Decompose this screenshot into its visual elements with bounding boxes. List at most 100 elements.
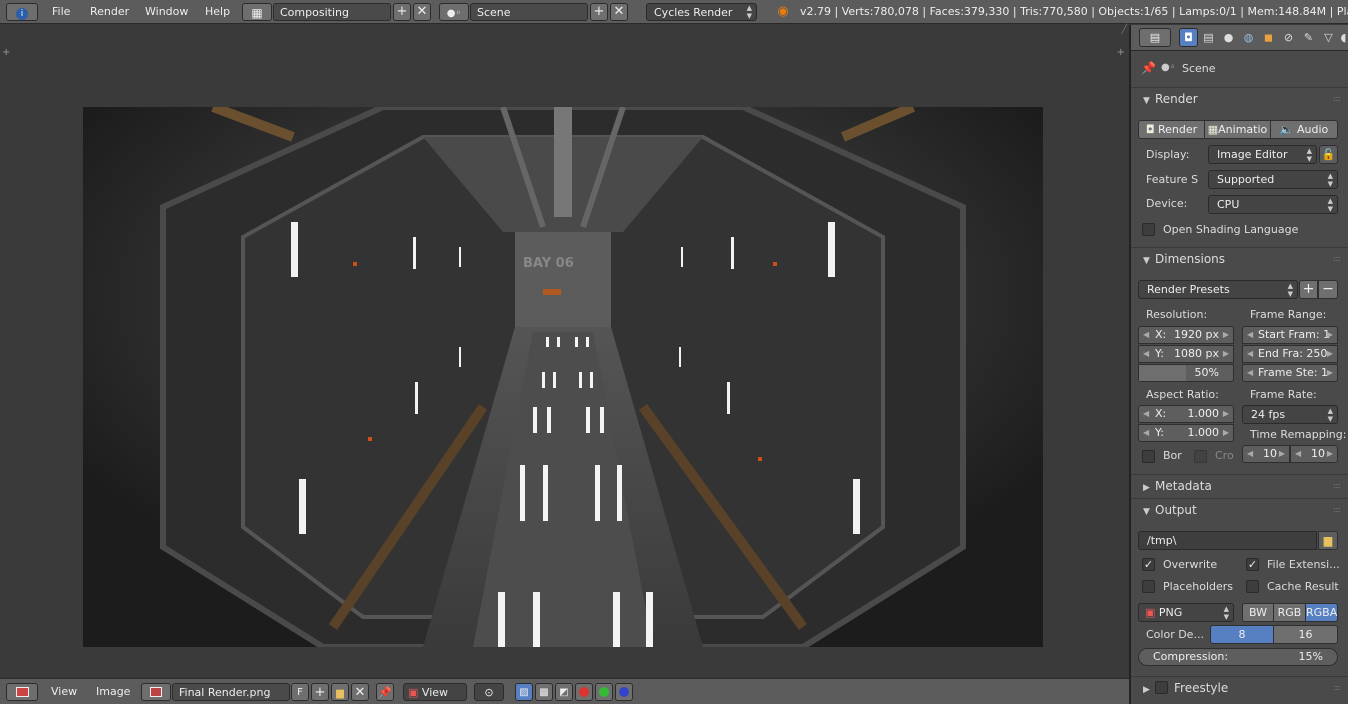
tab-more[interactable]: ◖	[1339, 28, 1348, 47]
render-audio-button[interactable]: 🔈 Audio	[1270, 120, 1338, 139]
remove-scene-button[interactable]: ✕	[610, 3, 628, 21]
draw-channels-color-button[interactable]: ▩	[535, 683, 553, 701]
overwrite-checkbox[interactable]: ✓	[1142, 558, 1155, 571]
new-image-button[interactable]: +	[311, 683, 329, 701]
decrement-arrow-icon[interactable]: ◀	[1143, 425, 1149, 441]
placeholders-checkbox[interactable]	[1142, 580, 1155, 593]
tab-world[interactable]: ◍	[1239, 28, 1258, 47]
increment-arrow-icon[interactable]: ▶	[1327, 327, 1333, 343]
drag-grip-icon[interactable]: ::::	[1333, 248, 1341, 270]
decrement-arrow-icon[interactable]: ◀	[1247, 346, 1253, 362]
increment-arrow-icon[interactable]: ▶	[1327, 365, 1333, 381]
render-engine-dropdown[interactable]: Cycles Render ▲ ▼	[646, 3, 757, 21]
decrement-arrow-icon[interactable]: ◀	[1143, 327, 1149, 343]
menu-image[interactable]: Image	[96, 683, 130, 701]
aspect-y-field[interactable]: ◀ Y: 1.000 ▶	[1138, 424, 1234, 442]
context-pin-icon[interactable]: 📌	[1141, 61, 1156, 75]
color-rgba-button[interactable]: RGBA	[1305, 603, 1338, 622]
increment-arrow-icon[interactable]: ▶	[1223, 327, 1229, 343]
scene-field[interactable]: Scene	[470, 3, 588, 21]
increment-arrow-icon[interactable]: ▶	[1223, 406, 1229, 422]
view-mode-selector[interactable]: ▣ View	[403, 683, 467, 701]
remove-preset-button[interactable]: −	[1318, 280, 1338, 299]
tab-object[interactable]: ◼	[1259, 28, 1278, 47]
channel-red-button[interactable]	[575, 683, 593, 701]
render-button[interactable]: ◘ Render	[1138, 120, 1205, 139]
pin-image-button[interactable]: 📌	[376, 683, 394, 701]
decrement-arrow-icon[interactable]: ◀	[1295, 446, 1301, 462]
tab-render[interactable]: ◘	[1179, 28, 1198, 47]
decrement-arrow-icon[interactable]: ◀	[1143, 346, 1149, 362]
menu-help[interactable]: Help	[205, 3, 230, 21]
editor-type-properties-button[interactable]: ▤	[1139, 28, 1171, 47]
color-rgb-button[interactable]: RGB	[1273, 603, 1306, 622]
frame-rate-dropdown[interactable]: 24 fps ▲ ▼	[1242, 405, 1338, 424]
device-dropdown[interactable]: CPU ▲ ▼	[1208, 195, 1338, 214]
increment-arrow-icon[interactable]: ▶	[1327, 446, 1333, 462]
drag-grip-icon[interactable]: ::::	[1333, 475, 1341, 497]
menu-window[interactable]: Window	[145, 3, 188, 21]
tab-data[interactable]: ▽	[1319, 28, 1338, 47]
editor-type-image-button[interactable]	[6, 683, 38, 701]
image-name-field[interactable]: Final Render.png	[172, 683, 290, 701]
end-frame-field[interactable]: ◀ End Fra: 250 ▶	[1242, 345, 1338, 363]
screen-layout-field[interactable]: Compositing	[273, 3, 391, 21]
compression-slider[interactable]: Compression: 15%	[1138, 648, 1338, 666]
channel-blue-button[interactable]	[615, 683, 633, 701]
tab-constraints[interactable]: ⊘	[1279, 28, 1298, 47]
increment-arrow-icon[interactable]: ▶	[1279, 446, 1285, 462]
screen-layout-selector[interactable]: ▦	[242, 3, 272, 21]
render-presets-dropdown[interactable]: Render Presets ▲ ▼	[1138, 280, 1298, 299]
metadata-panel-header[interactable]: ▶ Metadata::::	[1131, 474, 1348, 496]
border-checkbox[interactable]	[1142, 450, 1155, 463]
lock-interface-button[interactable]: 🔓	[1319, 145, 1338, 164]
decrement-arrow-icon[interactable]: ◀	[1247, 446, 1253, 462]
color-bw-button[interactable]: BW	[1242, 603, 1274, 622]
crop-checkbox[interactable]	[1194, 450, 1207, 463]
add-screen-button[interactable]: +	[393, 3, 411, 21]
start-frame-field[interactable]: ◀ Start Fram: 1 ▶	[1242, 326, 1338, 344]
drag-grip-icon[interactable]: ::::	[1333, 677, 1341, 699]
dimensions-panel-header[interactable]: ▼ Dimensions::::	[1131, 247, 1348, 269]
increment-arrow-icon[interactable]: ▶	[1327, 346, 1333, 362]
channel-green-button[interactable]	[595, 683, 613, 701]
increment-arrow-icon[interactable]: ▶	[1223, 425, 1229, 441]
output-panel-header[interactable]: ▼ Output::::	[1131, 498, 1348, 520]
cache-result-checkbox[interactable]	[1246, 580, 1259, 593]
area-split-corner-icon[interactable]: ╱	[1122, 25, 1127, 35]
decrement-arrow-icon[interactable]: ◀	[1247, 327, 1253, 343]
browse-output-path-button[interactable]: ▆	[1318, 531, 1338, 550]
render-animation-button[interactable]: ▦Animatio	[1204, 120, 1271, 139]
file-format-dropdown[interactable]: ▣ PNG ▲ ▼	[1138, 603, 1234, 622]
file-extensions-checkbox[interactable]: ✓	[1246, 558, 1259, 571]
region-expand-right-icon[interactable]: +	[1117, 47, 1125, 58]
feature-set-dropdown[interactable]: Supported ▲ ▼	[1208, 170, 1338, 189]
aspect-x-field[interactable]: ◀ X: 1.000 ▶	[1138, 405, 1234, 423]
time-remap-old-field[interactable]: ◀ 10 ▶	[1242, 445, 1290, 463]
fake-user-button[interactable]: F	[291, 683, 309, 701]
editor-type-info-button[interactable]: i	[6, 3, 38, 21]
resolution-y-field[interactable]: ◀ Y: 1080 px ▶	[1138, 345, 1234, 363]
resolution-x-field[interactable]: ◀ X: 1920 px ▶	[1138, 326, 1234, 344]
image-editor-viewport[interactable]: + + ╱ BAY 06	[0, 25, 1129, 677]
color-depth-8-button[interactable]: 8	[1210, 625, 1274, 644]
decrement-arrow-icon[interactable]: ◀	[1247, 365, 1253, 381]
freestyle-checkbox[interactable]	[1155, 681, 1168, 694]
browse-image-button[interactable]	[141, 683, 171, 701]
region-expand-left-icon[interactable]: +	[2, 47, 10, 58]
display-dropdown[interactable]: Image Editor ▲ ▼	[1208, 145, 1317, 164]
draw-channels-color-alpha-button[interactable]: ▨	[515, 683, 533, 701]
unlink-image-button[interactable]: ✕	[351, 683, 369, 701]
menu-view[interactable]: View	[51, 683, 77, 701]
frame-step-field[interactable]: ◀ Frame Ste: 1 ▶	[1242, 364, 1338, 382]
decrement-arrow-icon[interactable]: ◀	[1143, 406, 1149, 422]
drag-grip-icon[interactable]: ::::	[1333, 88, 1341, 110]
menu-file[interactable]: File	[52, 3, 70, 21]
resolution-percentage-slider[interactable]: 50%	[1138, 364, 1234, 382]
output-path-field[interactable]: /tmp\	[1138, 531, 1317, 550]
scene-selector[interactable]: ●◦	[439, 3, 469, 21]
increment-arrow-icon[interactable]: ▶	[1223, 346, 1229, 362]
color-depth-16-button[interactable]: 16	[1273, 625, 1338, 644]
draw-channels-alpha-button[interactable]: ◩	[555, 683, 573, 701]
open-image-button[interactable]: ▆	[331, 683, 349, 701]
